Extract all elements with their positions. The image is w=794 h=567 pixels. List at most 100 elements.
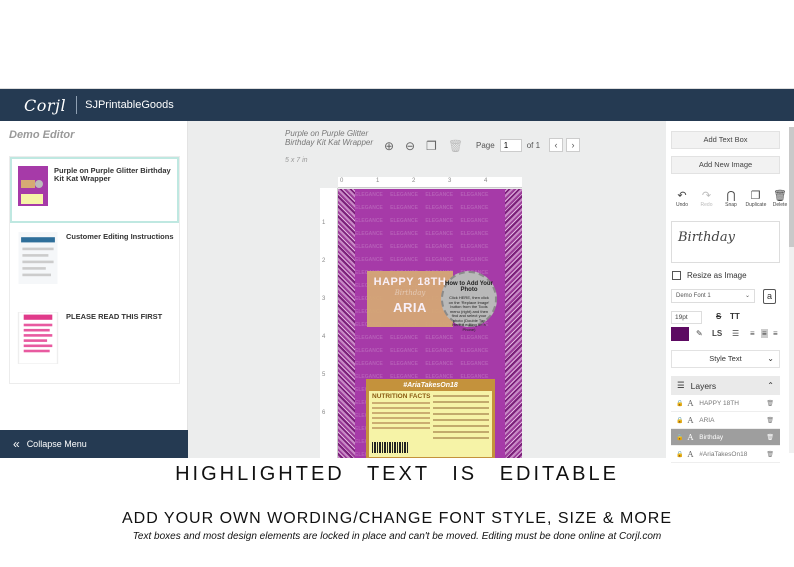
layers-panel: ☰ Layers ⌃ 🔒 A HAPPY 18TH 🗑 🔒 A ARIA 🗑 🔒 A Birthda…: [671, 376, 780, 463]
snap-label: Snap: [725, 202, 737, 208]
snap-button[interactable]: ⋂ Snap: [721, 190, 741, 208]
zoom-in-icon[interactable]: ⊕: [384, 139, 394, 153]
page-label: Purple on Purple Glitter Birthday Kit Ka…: [54, 166, 171, 183]
page-thumb-3[interactable]: PLEASE READ THIS FIRST: [10, 305, 179, 383]
chevron-down-icon: ⌄: [767, 354, 774, 363]
page-thumbnail: [18, 166, 48, 206]
layer-row[interactable]: 🔒 A ARIA 🗑: [671, 412, 780, 429]
vertical-ruler: 1 2 3 4 5 6: [320, 188, 338, 458]
caption-headline: HIGHLIGHTED TEXT IS EDITABLE: [175, 463, 619, 485]
page-label: Page: [476, 140, 495, 150]
layer-row-selected[interactable]: 🔒 A Birthday 🗑: [671, 429, 780, 446]
lock-icon[interactable]: 🔒: [676, 451, 683, 458]
double-chevron-left-icon: «: [13, 437, 20, 451]
layers-title: Layers: [690, 380, 717, 391]
photo-placeholder[interactable]: How to Add Your Photo Click HERE, then c…: [441, 271, 497, 331]
scrollbar-thumb[interactable]: [789, 127, 794, 247]
name-text[interactable]: ARIA: [367, 300, 453, 315]
document-size: 5 x 7 in: [285, 157, 308, 164]
copy-icon[interactable]: ❐: [426, 139, 437, 153]
photo-instructions-title: How to Add Your Photo: [445, 281, 493, 293]
nutrition-lines: [372, 402, 430, 432]
lock-icon[interactable]: 🔒: [676, 434, 683, 441]
chevron-up-icon: ⌃: [767, 381, 774, 390]
trash-icon[interactable]: 🗑: [448, 139, 463, 153]
trash-icon[interactable]: 🗑: [766, 434, 774, 441]
hashtag-text[interactable]: #AriaTakesOn18: [369, 382, 492, 389]
brand-name: SJPrintableGoods: [85, 99, 174, 111]
lock-icon[interactable]: 🔒: [676, 417, 683, 424]
align-right-icon[interactable]: ≡: [773, 329, 778, 338]
redo-button[interactable]: ↷ Redo: [697, 190, 717, 208]
canvas-area: Purple on Purple Glitter Birthday Kit Ka…: [188, 121, 666, 458]
happy-text[interactable]: HAPPY 18TH: [367, 276, 453, 288]
layer-name: #AriaTakesOn18: [699, 450, 748, 458]
layers-icon: ☰: [677, 380, 685, 390]
font-upload-icon[interactable]: a: [763, 289, 776, 304]
line-height-icon[interactable]: ☰: [732, 329, 739, 338]
layer-name: ARIA: [699, 416, 715, 424]
font-value: Demo Font 1: [676, 293, 711, 299]
ruler-tick-label: 5: [322, 372, 326, 378]
page-thumb-2[interactable]: Customer Editing Instructions: [10, 225, 179, 303]
lock-icon[interactable]: 🔒: [676, 400, 683, 407]
delete-button[interactable]: 🗑 Delete: [770, 190, 790, 208]
all-caps-icon[interactable]: TT: [730, 312, 740, 321]
prev-page-button[interactable]: ‹: [549, 138, 564, 152]
layer-row[interactable]: 🔒 A #AriaTakesOn18 🗑: [671, 446, 780, 463]
duplicate-label: Duplicate: [745, 202, 767, 208]
next-page-button[interactable]: ›: [566, 138, 581, 152]
style-text-dropdown[interactable]: Style Text ⌄: [671, 350, 780, 368]
text-edit-preview[interactable]: Birthday: [671, 221, 780, 263]
eyedropper-icon[interactable]: ✎: [696, 329, 703, 338]
letter-spacing-icon[interactable]: LS: [712, 329, 722, 338]
ruler-tick-label: 1: [322, 220, 326, 226]
ruler-tick-label: 0: [340, 178, 344, 184]
page-thumbnail: [17, 312, 59, 364]
add-text-box-button[interactable]: Add Text Box: [671, 131, 780, 149]
layer-name: Birthday: [699, 433, 724, 441]
right-panel-scrollbar[interactable]: [789, 127, 794, 453]
ruler-tick-label: 4: [484, 178, 488, 184]
ruler-tick-label: 4: [322, 334, 326, 340]
duplicate-icon: ❐: [750, 190, 761, 202]
page-thumb-1[interactable]: Purple on Purple Glitter Birthday Kit Ka…: [10, 157, 179, 223]
strikethrough-icon[interactable]: S: [716, 312, 721, 321]
redo-icon: ↷: [701, 190, 712, 202]
text-color-swatch[interactable]: [671, 327, 689, 341]
trash-icon[interactable]: 🗑: [766, 400, 774, 407]
page-list: Purple on Purple Glitter Birthday Kit Ka…: [9, 156, 180, 384]
page-label: Customer Editing Instructions: [66, 232, 174, 241]
text-layer-icon: A: [687, 449, 694, 459]
layer-row[interactable]: 🔒 A HAPPY 18TH 🗑: [671, 395, 780, 412]
edit-toolbar: ↶ Undo ↷ Redo ⋂ Snap ❐ Duplicate 🗑 Delete: [672, 190, 790, 208]
delete-label: Delete: [772, 202, 788, 208]
collapse-label: Collapse Menu: [26, 439, 87, 449]
trash-icon[interactable]: 🗑: [766, 451, 774, 458]
style-text-label: Style Text: [709, 354, 742, 363]
text-layer-icon: A: [687, 432, 694, 442]
align-center-icon[interactable]: ≡: [761, 329, 768, 338]
undo-button[interactable]: ↶ Undo: [672, 190, 692, 208]
checkbox[interactable]: [672, 271, 681, 280]
trash-icon[interactable]: 🗑: [766, 417, 774, 424]
corjl-logo[interactable]: Corjl: [24, 96, 66, 115]
page-thumbnail: [18, 232, 58, 284]
page-number-input[interactable]: [499, 138, 522, 152]
layers-header[interactable]: ☰ Layers ⌃: [671, 376, 780, 395]
align-left-icon[interactable]: ≡: [750, 329, 755, 338]
duplicate-button[interactable]: ❐ Duplicate: [745, 190, 767, 208]
right-panel: Add Text Box Add New Image ↶ Undo ↷ Redo ⋂…: [666, 121, 794, 463]
undo-icon: ↶: [677, 190, 687, 202]
font-select[interactable]: Demo Font 1 ⌄: [671, 289, 755, 303]
magnet-icon: ⋂: [726, 190, 736, 202]
font-size-select[interactable]: 19pt: [671, 311, 702, 324]
resize-as-image-toggle[interactable]: Resize as Image: [672, 271, 747, 280]
top-bar: Corjl SJPrintableGoods: [0, 89, 794, 121]
nutrition-title: NUTRITION FACTS: [372, 393, 431, 400]
zoom-out-icon[interactable]: ⊖: [405, 139, 415, 153]
collapse-menu-button[interactable]: « Collapse Menu: [0, 430, 188, 458]
design-canvas[interactable]: ELEGANCE ELEGANCE ELEGANCE ELEGANCE ELEG…: [338, 189, 522, 458]
horizontal-ruler: 0 1 2 3 4: [338, 177, 522, 188]
add-new-image-button[interactable]: Add New Image: [671, 156, 780, 174]
